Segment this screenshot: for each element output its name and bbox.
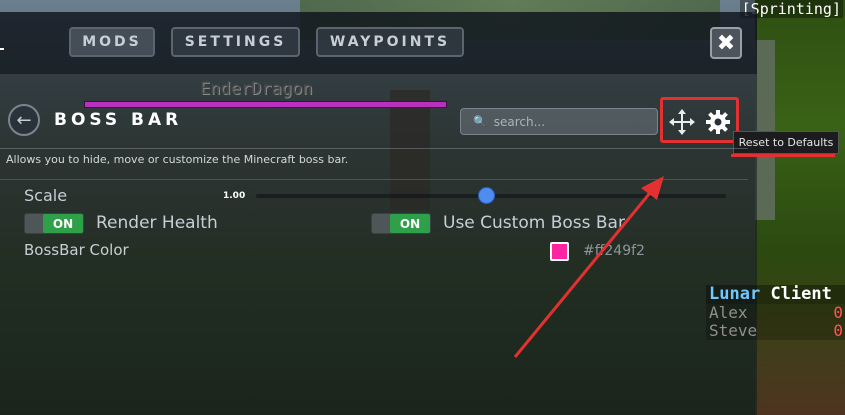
annotation-arrow	[513, 176, 664, 358]
